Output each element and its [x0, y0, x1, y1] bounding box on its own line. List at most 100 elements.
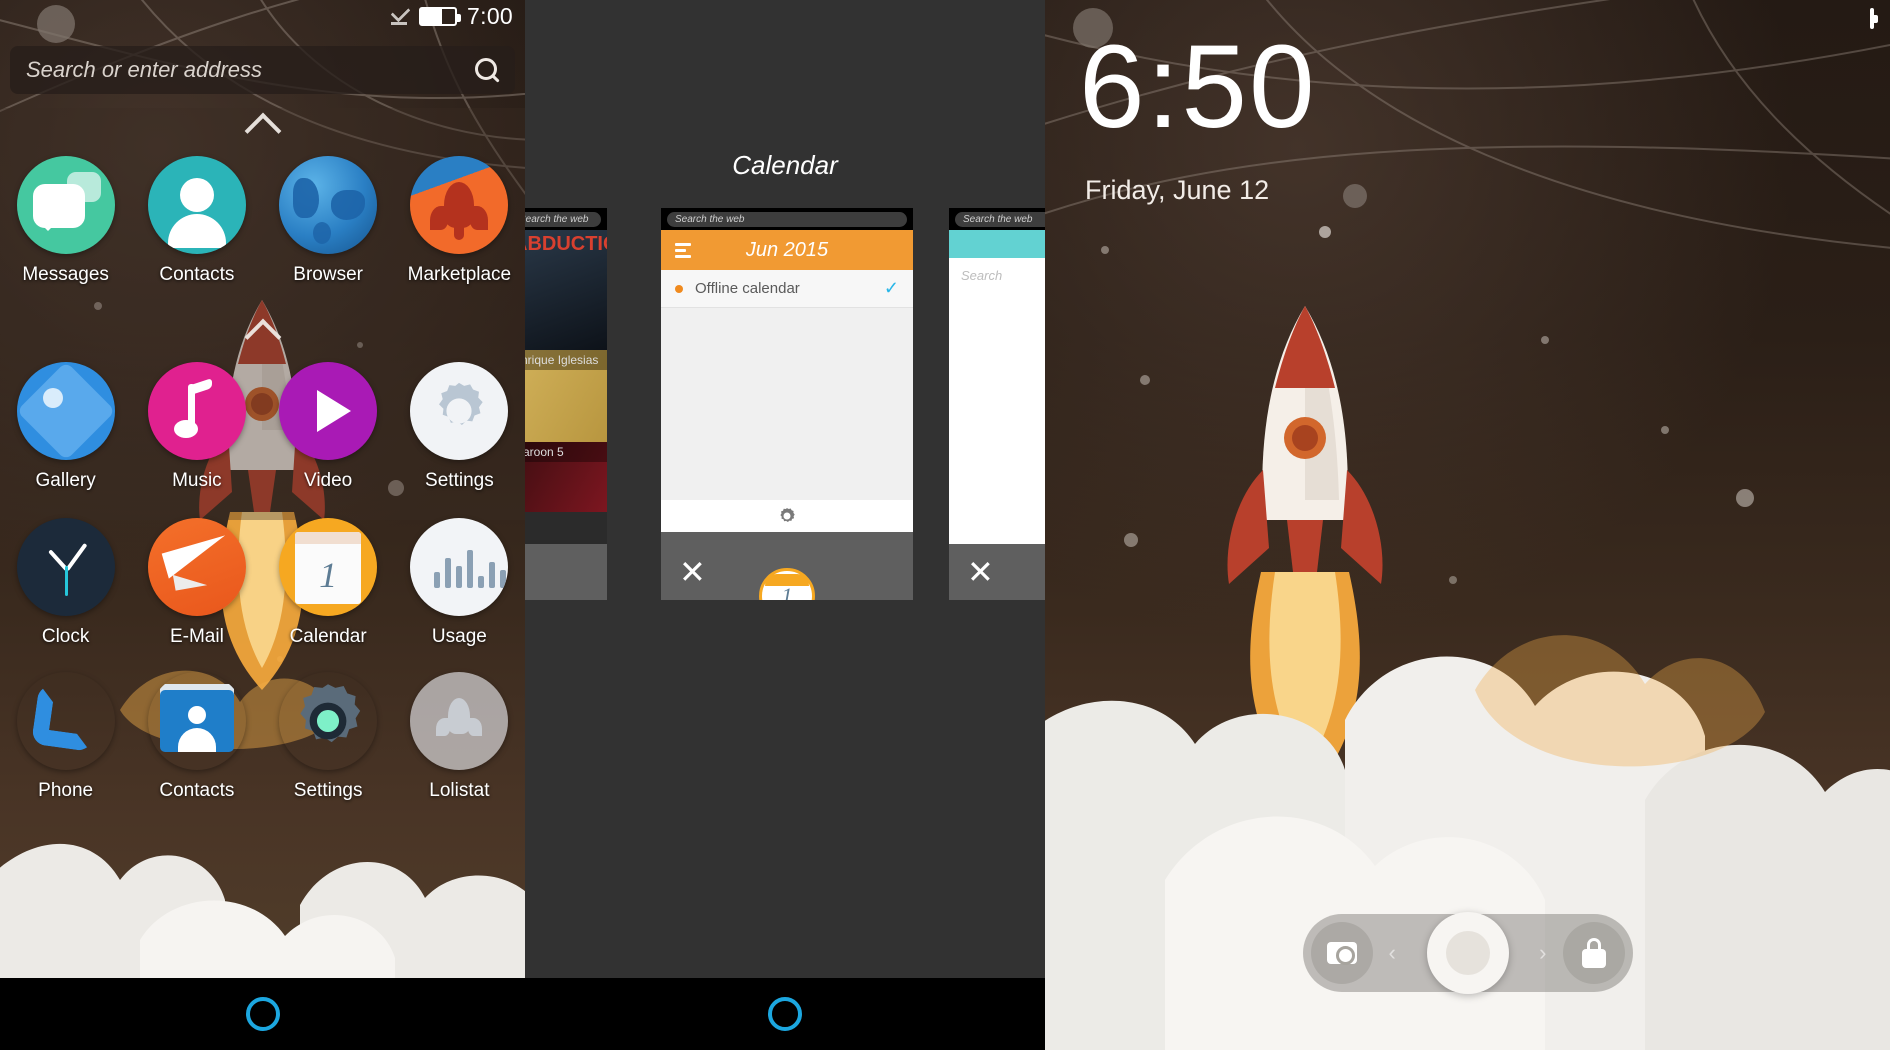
status-time: 7:00	[467, 2, 513, 29]
lock-date: Friday, June 12	[1085, 175, 1270, 205]
app-email[interactable]: E-Mail	[131, 518, 262, 648]
email-icon	[147, 518, 246, 616]
gallery-icon	[16, 362, 115, 460]
card-search-bar[interactable]: Search the web	[661, 208, 913, 230]
album-title: ABDUCTION	[525, 233, 607, 255]
chevron-up-icon-2[interactable]	[0, 318, 525, 356]
calendar-entry-label: Offline calendar	[695, 280, 800, 297]
gear-icon	[300, 684, 361, 743]
album-art: Maroon 5	[525, 442, 607, 512]
contacts-icon	[148, 672, 246, 770]
search-placeholder: Search the web	[955, 211, 1045, 227]
card-search-bar[interactable]: Search the web	[949, 208, 1045, 230]
app-label: Music	[172, 470, 222, 491]
chevron-left-icon: ‹	[1388, 940, 1396, 965]
check-icon[interactable]: ✓	[884, 278, 899, 299]
home-screen-panel: 7:00 Search or enter address Messages Co…	[0, 0, 525, 1050]
music-icon	[147, 362, 246, 460]
lock-wallpaper	[1045, 0, 1890, 1050]
search-input[interactable]: Search or enter address	[10, 46, 515, 94]
task-card-calendar[interactable]: Search the web Jun 2015 Offline calendar…	[661, 208, 913, 600]
app-usage[interactable]: Usage	[394, 518, 525, 648]
app-row-1: Messages Contacts Browser Marketplace	[0, 156, 525, 286]
app-label: Gallery	[35, 470, 96, 491]
camera-shortcut-button[interactable]	[1310, 922, 1373, 984]
card-white-body	[949, 292, 1045, 574]
app-label: Contacts	[159, 264, 235, 285]
task-navbar	[525, 978, 1045, 1050]
calendar-header: Jun 2015	[661, 230, 913, 270]
app-settings[interactable]: Settings	[394, 362, 525, 492]
app-music[interactable]: Music	[131, 362, 262, 492]
card-bottom-bar	[525, 544, 607, 600]
album-art: ABDUCTION	[525, 230, 607, 350]
app-label: Settings	[293, 780, 363, 801]
badge-cap	[765, 574, 809, 586]
calendar-entry-row[interactable]: Offline calendar ✓	[661, 270, 913, 308]
home-status-bar: 7:00	[0, 0, 525, 32]
calendar-color-dot	[675, 284, 683, 293]
app-row-3: Clock E-Mail 1 Calendar Usage	[0, 518, 525, 648]
settings-icon	[410, 362, 509, 460]
app-marketplace[interactable]: Marketplace	[394, 156, 525, 286]
app-browser[interactable]: Browser	[263, 156, 394, 286]
marketplace-icon	[410, 156, 509, 254]
card-search-bar[interactable]: Search the web	[525, 208, 607, 230]
album-title: Enrique Iglesias	[525, 350, 607, 370]
clock-icon	[16, 518, 115, 616]
app-label: Messages	[22, 264, 109, 285]
app-label: Lolistat	[429, 780, 490, 801]
app-video[interactable]: Video	[263, 362, 394, 492]
app-label: Marketplace	[407, 264, 512, 285]
album-art: Enrique Iglesias	[525, 350, 607, 442]
calendar-body: Offline calendar ✓	[661, 270, 913, 532]
search-icon[interactable]	[475, 58, 499, 82]
slider-knob[interactable]	[1426, 912, 1509, 994]
calendar-day: 1	[319, 555, 338, 595]
app-messages[interactable]: Messages	[0, 156, 131, 286]
task-title: Calendar	[732, 150, 838, 180]
close-icon[interactable]: ✕	[679, 556, 706, 588]
battery-icon	[1870, 8, 1874, 29]
app-label: E-Mail	[169, 626, 224, 647]
battery-icon	[419, 6, 462, 26]
app-label: Settings	[425, 470, 494, 491]
dock-lolistat[interactable]: Lolistat	[394, 672, 525, 802]
camera-icon	[1326, 942, 1357, 965]
dock-settings[interactable]: Settings	[263, 672, 394, 802]
app-gallery[interactable]: Gallery	[0, 362, 131, 492]
home-navbar	[0, 978, 525, 1050]
card-teal-header	[949, 230, 1045, 258]
lock-screen-panel: 6:50 Friday, June 12 ‹ ›	[1045, 0, 1890, 1050]
app-calendar[interactable]: 1 Calendar	[263, 518, 394, 648]
settings-icon	[279, 672, 377, 770]
app-label: Contacts	[159, 780, 235, 801]
search-placeholder: Search the web	[667, 211, 907, 227]
card-search-field[interactable]: Search	[949, 258, 1045, 292]
task-card-next[interactable]: Search the web Search ✕	[949, 208, 1045, 600]
home-circle-icon[interactable]	[768, 997, 802, 1031]
dock-phone[interactable]: Phone	[0, 672, 131, 802]
task-switcher-panel: Calendar C Search the web ABDUCTION Enri…	[525, 0, 1045, 1050]
calendar-icon: 1	[279, 518, 378, 616]
phone-icon	[17, 672, 115, 770]
gear-icon	[439, 382, 484, 426]
close-icon[interactable]: ✕	[967, 556, 994, 588]
home-circle-icon[interactable]	[245, 997, 280, 1031]
unlock-shortcut-button[interactable]	[1562, 922, 1625, 984]
gear-icon[interactable]	[776, 505, 798, 527]
search-placeholder: Search or enter address	[26, 57, 263, 82]
search-placeholder: Search the web	[525, 211, 601, 227]
app-row-2: Gallery Music Video Settings	[0, 362, 525, 492]
hamburger-icon[interactable]	[675, 240, 691, 261]
app-contacts[interactable]: Contacts	[131, 156, 262, 286]
app-label: Clock	[41, 626, 90, 647]
dock-contacts[interactable]: Contacts	[131, 672, 262, 802]
task-card-music[interactable]: Search the web ABDUCTION Enrique Iglesia…	[525, 208, 607, 600]
unlock-slider[interactable]: ‹ ›	[1302, 912, 1633, 994]
music-list: ABDUCTION Enrique Iglesias Maroon 5	[525, 230, 607, 512]
app-clock[interactable]: Clock	[0, 518, 131, 648]
lolistat-icon	[410, 672, 509, 770]
chevron-up-icon-1[interactable]	[0, 112, 525, 150]
screenshot-root: 7:00 Search or enter address Messages Co…	[0, 0, 1890, 1050]
